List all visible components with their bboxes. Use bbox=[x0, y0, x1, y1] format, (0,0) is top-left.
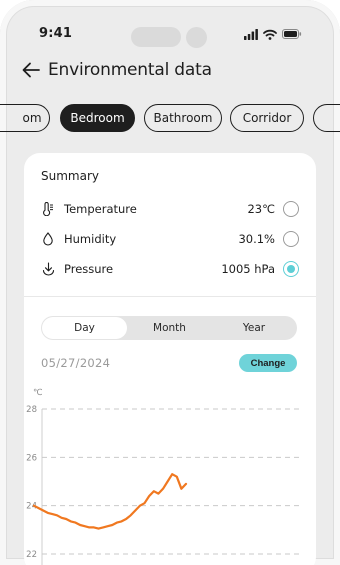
y-tick-label: 22 bbox=[26, 550, 37, 560]
status-icons bbox=[244, 28, 302, 40]
summary-value: 1005 hPa bbox=[221, 262, 275, 276]
summary-row-humidity[interactable]: Humidity 30.1% bbox=[41, 229, 299, 249]
thermometer-icon bbox=[41, 202, 55, 216]
section-divider bbox=[24, 296, 316, 297]
room-chip-list[interactable]: om Bedroom Bathroom Corridor bbox=[0, 104, 340, 132]
droplet-icon bbox=[41, 232, 55, 246]
dynamic-island bbox=[131, 27, 181, 47]
summary-label: Humidity bbox=[64, 232, 117, 246]
summary-label: Pressure bbox=[64, 262, 114, 276]
status-bar: 9:41 bbox=[0, 0, 340, 48]
room-chip-corridor[interactable]: Corridor bbox=[230, 104, 304, 132]
y-tick-label: 26 bbox=[26, 453, 37, 463]
change-date-button[interactable]: Change bbox=[239, 354, 297, 372]
summary-row-pressure[interactable]: Pressure 1005 hPa bbox=[41, 259, 299, 279]
room-chip-label: om bbox=[22, 111, 42, 125]
page-title: Environmental data bbox=[48, 60, 212, 80]
selected-date: 05/27/2024 bbox=[41, 356, 111, 370]
summary-value: 30.1% bbox=[238, 232, 275, 246]
battery-icon bbox=[282, 29, 302, 39]
environment-card: Summary Temperature 23℃ Humidity 30.1% P… bbox=[24, 153, 316, 565]
summary-label: Temperature bbox=[64, 202, 137, 216]
tab-day[interactable]: Day bbox=[42, 317, 127, 339]
pressure-chart: ℃28262422 bbox=[26, 388, 302, 565]
arrow-left-icon bbox=[22, 62, 40, 78]
summary-title: Summary bbox=[41, 169, 99, 183]
tab-year[interactable]: Year bbox=[212, 317, 296, 339]
camera-dot bbox=[186, 27, 207, 48]
status-time: 9:41 bbox=[39, 26, 73, 41]
y-tick-label: 28 bbox=[26, 405, 37, 415]
room-chip-bathroom[interactable]: Bathroom bbox=[144, 104, 222, 132]
y-axis-unit: ℃ bbox=[33, 388, 43, 398]
humidity-radio[interactable] bbox=[283, 231, 299, 247]
room-chip-living[interactable]: om bbox=[0, 104, 50, 132]
signal-icon bbox=[244, 28, 258, 40]
room-chip-label: Bedroom bbox=[70, 111, 125, 125]
app-header: Environmental data bbox=[22, 58, 212, 82]
room-chip-bedroom[interactable]: Bedroom bbox=[60, 104, 135, 132]
summary-row-temperature[interactable]: Temperature 23℃ bbox=[41, 199, 299, 219]
series-line bbox=[32, 473, 188, 530]
room-chip-label: Bathroom bbox=[153, 111, 213, 125]
pressure-radio[interactable] bbox=[283, 261, 299, 277]
tab-month[interactable]: Month bbox=[127, 317, 212, 339]
room-chip-next[interactable] bbox=[313, 104, 340, 132]
pressure-icon bbox=[41, 262, 55, 276]
summary-value: 23℃ bbox=[247, 202, 275, 216]
back-button[interactable] bbox=[22, 60, 42, 80]
room-chip-label: Corridor bbox=[242, 111, 292, 125]
phone-screen: 9:41 Environmental data om Bedroom Bathr… bbox=[0, 0, 340, 565]
temperature-radio[interactable] bbox=[283, 201, 299, 217]
period-segmented-control: Day Month Year bbox=[41, 316, 297, 340]
wifi-icon bbox=[263, 29, 277, 40]
